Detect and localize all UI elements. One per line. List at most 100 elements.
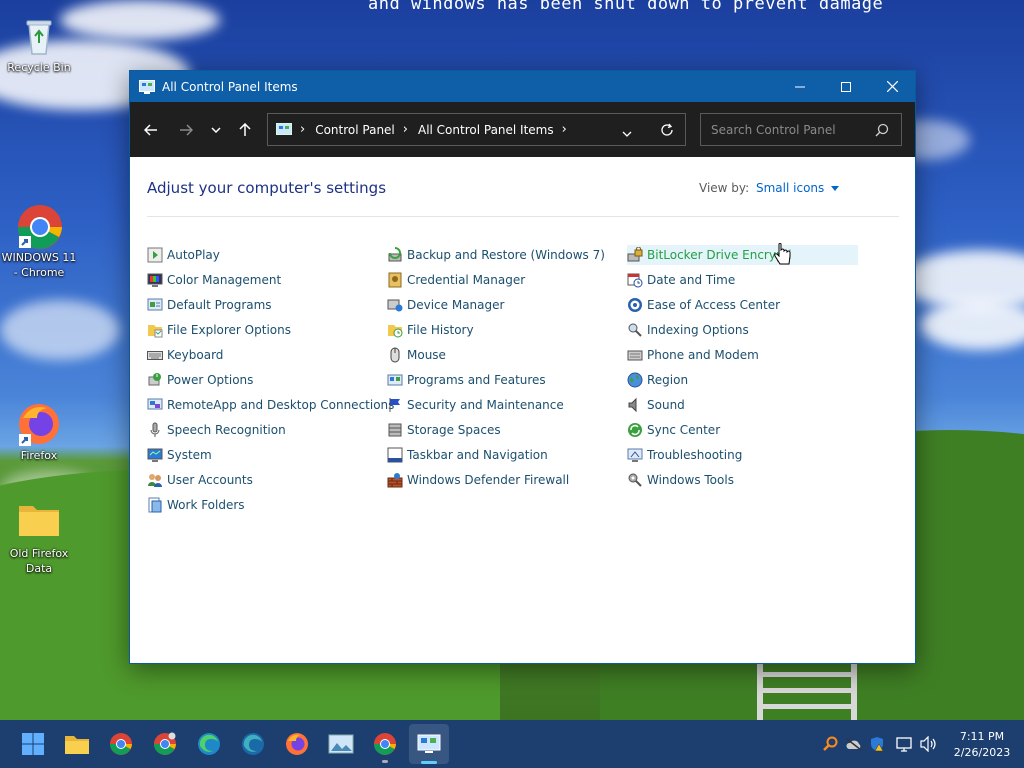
recent-locations-button[interactable] — [204, 116, 228, 144]
mouse-icon — [387, 347, 403, 363]
cp-item-system[interactable]: System — [147, 445, 212, 465]
cp-item-troubleshooting[interactable]: Troubleshooting — [627, 445, 742, 465]
cp-item-file-history[interactable]: File History — [387, 320, 474, 340]
chevron-down-icon — [622, 131, 632, 137]
cp-item-phone-modem[interactable]: Phone and Modem — [627, 345, 759, 365]
tray-security[interactable] — [868, 734, 888, 754]
taskbar-chrome-profile[interactable] — [149, 728, 181, 760]
cp-item-file-explorer-options[interactable]: File Explorer Options — [147, 320, 291, 340]
cp-item-device-manager[interactable]: Device Manager — [387, 295, 504, 315]
cp-item-sound[interactable]: Sound — [627, 395, 685, 415]
folder-icon — [65, 736, 89, 754]
storage-icon — [387, 422, 403, 438]
arrow-left-icon — [144, 124, 157, 136]
desktop-icon-recycle-bin[interactable]: Recycle Bin — [0, 14, 78, 75]
keyboard-icon — [147, 347, 163, 363]
refresh-icon — [661, 123, 673, 136]
search-icon — [823, 736, 838, 751]
calendar-clock-icon — [627, 272, 643, 288]
folder-options-icon — [147, 322, 163, 338]
taskbar-firefox[interactable] — [281, 728, 313, 760]
running-indicator — [382, 760, 388, 763]
cp-item-remoteapp[interactable]: RemoteApp and Desktop Connections — [147, 395, 394, 415]
desktop-icon-firefox[interactable]: Firefox — [0, 402, 78, 463]
chrome-icon — [374, 733, 396, 755]
cp-item-mouse[interactable]: Mouse — [387, 345, 446, 365]
minimize-icon — [795, 86, 805, 87]
taskbar-file-explorer[interactable] — [61, 728, 93, 760]
back-button[interactable] — [139, 116, 163, 144]
view-by-dropdown[interactable]: Small icons — [756, 181, 840, 195]
globe-icon — [627, 372, 643, 388]
content-area: Adjust your computer's settings View by:… — [130, 157, 915, 663]
search-box[interactable] — [700, 113, 902, 146]
cp-item-date-time[interactable]: Date and Time — [627, 270, 735, 290]
breadcrumb-chevron-icon[interactable]: › — [562, 122, 567, 137]
clock-time: 7:11 PM — [959, 730, 1005, 743]
taskbar-edge-beta[interactable] — [237, 728, 269, 760]
cp-item-keyboard[interactable]: Keyboard — [147, 345, 223, 365]
start-button[interactable] — [17, 728, 49, 760]
backup-icon — [387, 247, 403, 263]
cp-item-backup-restore[interactable]: Backup and Restore (Windows 7) — [387, 245, 605, 265]
forward-button[interactable] — [174, 116, 198, 144]
cp-item-indexing-options[interactable]: Indexing Options — [627, 320, 749, 340]
tray-network-disconnected[interactable] — [844, 734, 864, 754]
address-dropdown-button[interactable] — [622, 126, 632, 140]
tray-network[interactable] — [895, 734, 915, 754]
breadcrumb-all-items[interactable]: All Control Panel Items — [418, 123, 554, 137]
system-clock[interactable]: 7:11 PM 2/26/2023 — [945, 729, 1019, 761]
desktop-icon-label: Old Firefox Data — [9, 547, 69, 575]
cp-item-windows-tools[interactable]: Windows Tools — [627, 470, 734, 490]
control-panel-window: All Control Panel Items › Control Panel … — [129, 70, 916, 664]
cp-item-bitlocker[interactable]: BitLocker Drive Encrypti — [627, 245, 858, 265]
up-button[interactable] — [233, 116, 257, 144]
cp-item-programs-features[interactable]: Programs and Features — [387, 370, 546, 390]
desktop-icon-windows11-chrome[interactable]: WINDOWS 11 - Chrome — [0, 204, 78, 280]
address-bar[interactable]: › Control Panel › All Control Panel Item… — [267, 113, 686, 146]
cp-item-autoplay[interactable]: AutoPlay — [147, 245, 220, 265]
cp-item-default-programs[interactable]: Default Programs — [147, 295, 272, 315]
tray-search[interactable] — [820, 734, 840, 754]
cp-item-speech-recognition[interactable]: Speech Recognition — [147, 420, 286, 440]
tray-volume[interactable] — [919, 734, 939, 754]
cp-item-defender-firewall[interactable]: Windows Defender Firewall — [387, 470, 569, 490]
minimize-button[interactable] — [777, 71, 823, 102]
cp-item-ease-of-access[interactable]: Ease of Access Center — [627, 295, 780, 315]
cp-item-taskbar-navigation[interactable]: Taskbar and Navigation — [387, 445, 548, 465]
cp-item-credential-manager[interactable]: Credential Manager — [387, 270, 525, 290]
device-manager-icon — [387, 297, 403, 313]
cp-item-user-accounts[interactable]: User Accounts — [147, 470, 253, 490]
search-icon[interactable] — [875, 123, 889, 140]
address-toolbar: › Control Panel › All Control Panel Item… — [130, 102, 915, 157]
taskbar-chrome[interactable] — [105, 728, 137, 760]
cp-item-region[interactable]: Region — [627, 370, 688, 390]
desktop-icon-old-firefox-data[interactable]: Old Firefox Data — [0, 500, 78, 576]
search-input[interactable] — [709, 121, 873, 138]
phone-modem-icon — [627, 347, 643, 363]
cp-item-power-options[interactable]: Power Options — [147, 370, 253, 390]
firewall-icon — [387, 472, 403, 488]
maximize-button[interactable] — [823, 71, 869, 102]
breadcrumb-chevron-icon[interactable]: › — [403, 122, 408, 137]
cp-item-sync-center[interactable]: Sync Center — [627, 420, 720, 440]
taskbar-chrome-2[interactable] — [369, 728, 401, 763]
taskbar-control-panel[interactable] — [409, 724, 449, 764]
desktop-icon-label: Firefox — [20, 449, 58, 462]
breadcrumb-chevron-icon[interactable]: › — [300, 122, 305, 137]
cp-item-color-management[interactable]: Color Management — [147, 270, 281, 290]
maximize-icon — [841, 81, 851, 92]
taskbar-photos[interactable] — [325, 728, 357, 760]
taskbar-edge[interactable] — [193, 728, 225, 760]
default-programs-icon — [147, 297, 163, 313]
close-icon — [886, 81, 898, 92]
view-by-value[interactable]: Small icons — [756, 181, 824, 195]
cp-item-work-folders[interactable]: Work Folders — [147, 495, 245, 515]
window-titlebar[interactable]: All Control Panel Items — [130, 71, 915, 102]
cp-item-security-maintenance[interactable]: Security and Maintenance — [387, 395, 564, 415]
breadcrumb-control-panel[interactable]: Control Panel — [315, 123, 395, 137]
cp-item-storage-spaces[interactable]: Storage Spaces — [387, 420, 501, 440]
close-button[interactable] — [869, 71, 915, 102]
taskbar: 7:11 PM 2/26/2023 — [0, 720, 1024, 768]
refresh-button[interactable] — [660, 123, 674, 140]
